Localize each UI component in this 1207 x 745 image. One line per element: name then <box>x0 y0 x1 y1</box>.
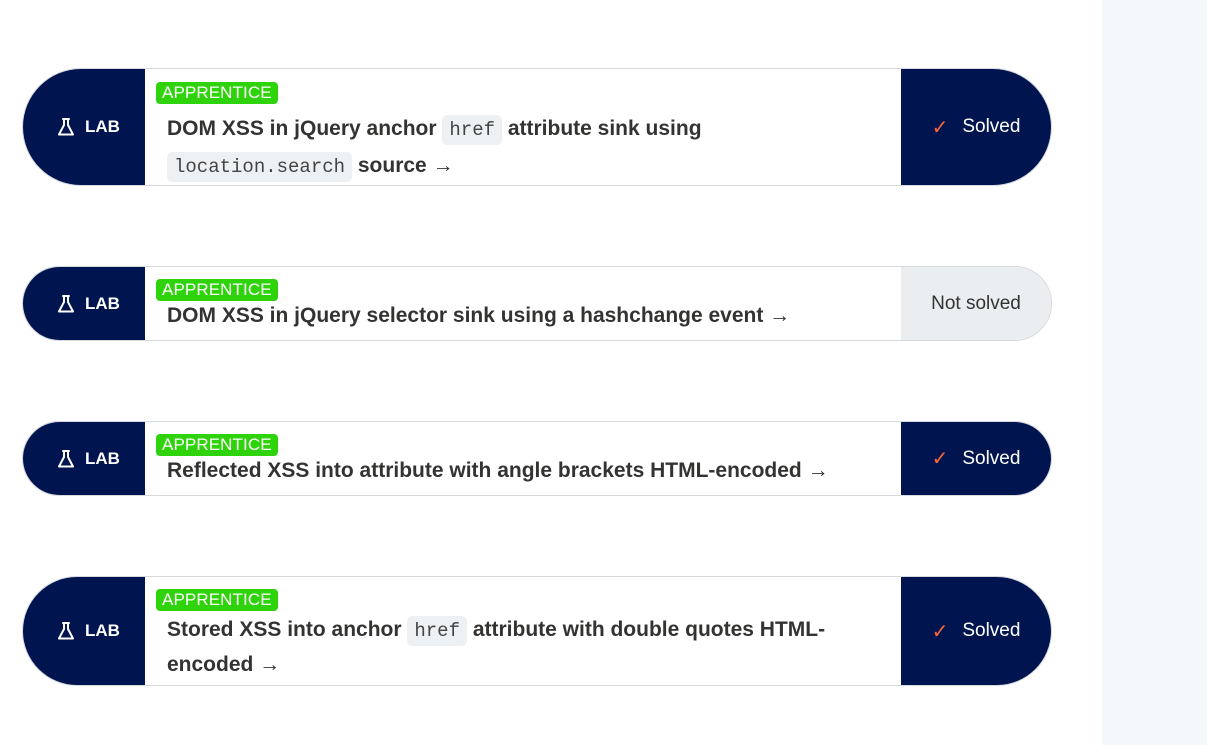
lab-title-link[interactable]: Reflected XSS into attribute with angle … <box>167 456 891 486</box>
flask-icon <box>58 449 75 467</box>
title-text: source → <box>352 154 454 177</box>
code-snippet: href <box>442 115 502 145</box>
level-badge: APPRENTICE <box>156 82 278 104</box>
flask-icon <box>58 294 75 312</box>
flask-icon <box>58 118 75 136</box>
level-badge: APPRENTICE <box>156 589 278 611</box>
status-solved: ✓ Solved <box>901 422 1051 495</box>
checkmark-icon: ✓ <box>931 620 949 643</box>
title-text: DOM XSS in jQuery anchor <box>167 117 443 140</box>
code-snippet: href <box>407 616 467 646</box>
status-solved: ✓ Solved <box>901 577 1051 685</box>
status-label: Solved <box>962 620 1021 641</box>
status-label: Solved <box>962 116 1021 137</box>
lab-type-label: LAB <box>23 422 145 495</box>
title-text: DOM XSS in jQuery selector sink using a … <box>167 304 791 327</box>
lab-label-text: LAB <box>85 448 120 468</box>
code-snippet: location.search <box>167 152 353 182</box>
lab-title-link[interactable]: DOM XSS in jQuery selector sink using a … <box>167 301 891 331</box>
lab-label-text: LAB <box>85 621 120 640</box>
lab-card[interactable]: LAB APPRENTICE DOM XSS in jQuery anchor … <box>22 68 1052 186</box>
level-badge: APPRENTICE <box>156 434 278 456</box>
title-text: Reflected XSS into attribute with angle … <box>167 459 829 482</box>
status-solved: ✓ Solved <box>901 69 1051 185</box>
lab-type-label: LAB <box>23 267 145 340</box>
checkmark-icon: ✓ <box>931 448 949 470</box>
title-text: attribute sink using <box>502 117 702 140</box>
lab-label-text: LAB <box>85 293 120 313</box>
lab-title-link[interactable]: Stored XSS into anchor href attribute wi… <box>167 613 891 681</box>
lab-card[interactable]: LAB APPRENTICE Reflected XSS into attrib… <box>22 421 1052 496</box>
checkmark-icon: ✓ <box>931 116 949 139</box>
level-badge: APPRENTICE <box>156 279 278 301</box>
title-text: Stored XSS into anchor <box>167 618 408 641</box>
lab-card[interactable]: LAB APPRENTICE DOM XSS in jQuery selecto… <box>22 266 1052 341</box>
status-not-solved: Not solved <box>901 267 1051 340</box>
lab-list-page: LAB APPRENTICE DOM XSS in jQuery anchor … <box>0 0 1207 745</box>
status-label: Not solved <box>931 292 1021 314</box>
flask-icon <box>58 622 75 640</box>
side-panel <box>1102 0 1207 745</box>
lab-type-label: LAB <box>23 577 145 685</box>
lab-type-label: LAB <box>23 69 145 185</box>
status-label: Solved <box>962 447 1021 469</box>
lab-card[interactable]: LAB APPRENTICE Stored XSS into anchor hr… <box>22 576 1052 686</box>
lab-label-text: LAB <box>85 117 120 136</box>
lab-title-link[interactable]: DOM XSS in jQuery anchor href attribute … <box>167 111 891 185</box>
